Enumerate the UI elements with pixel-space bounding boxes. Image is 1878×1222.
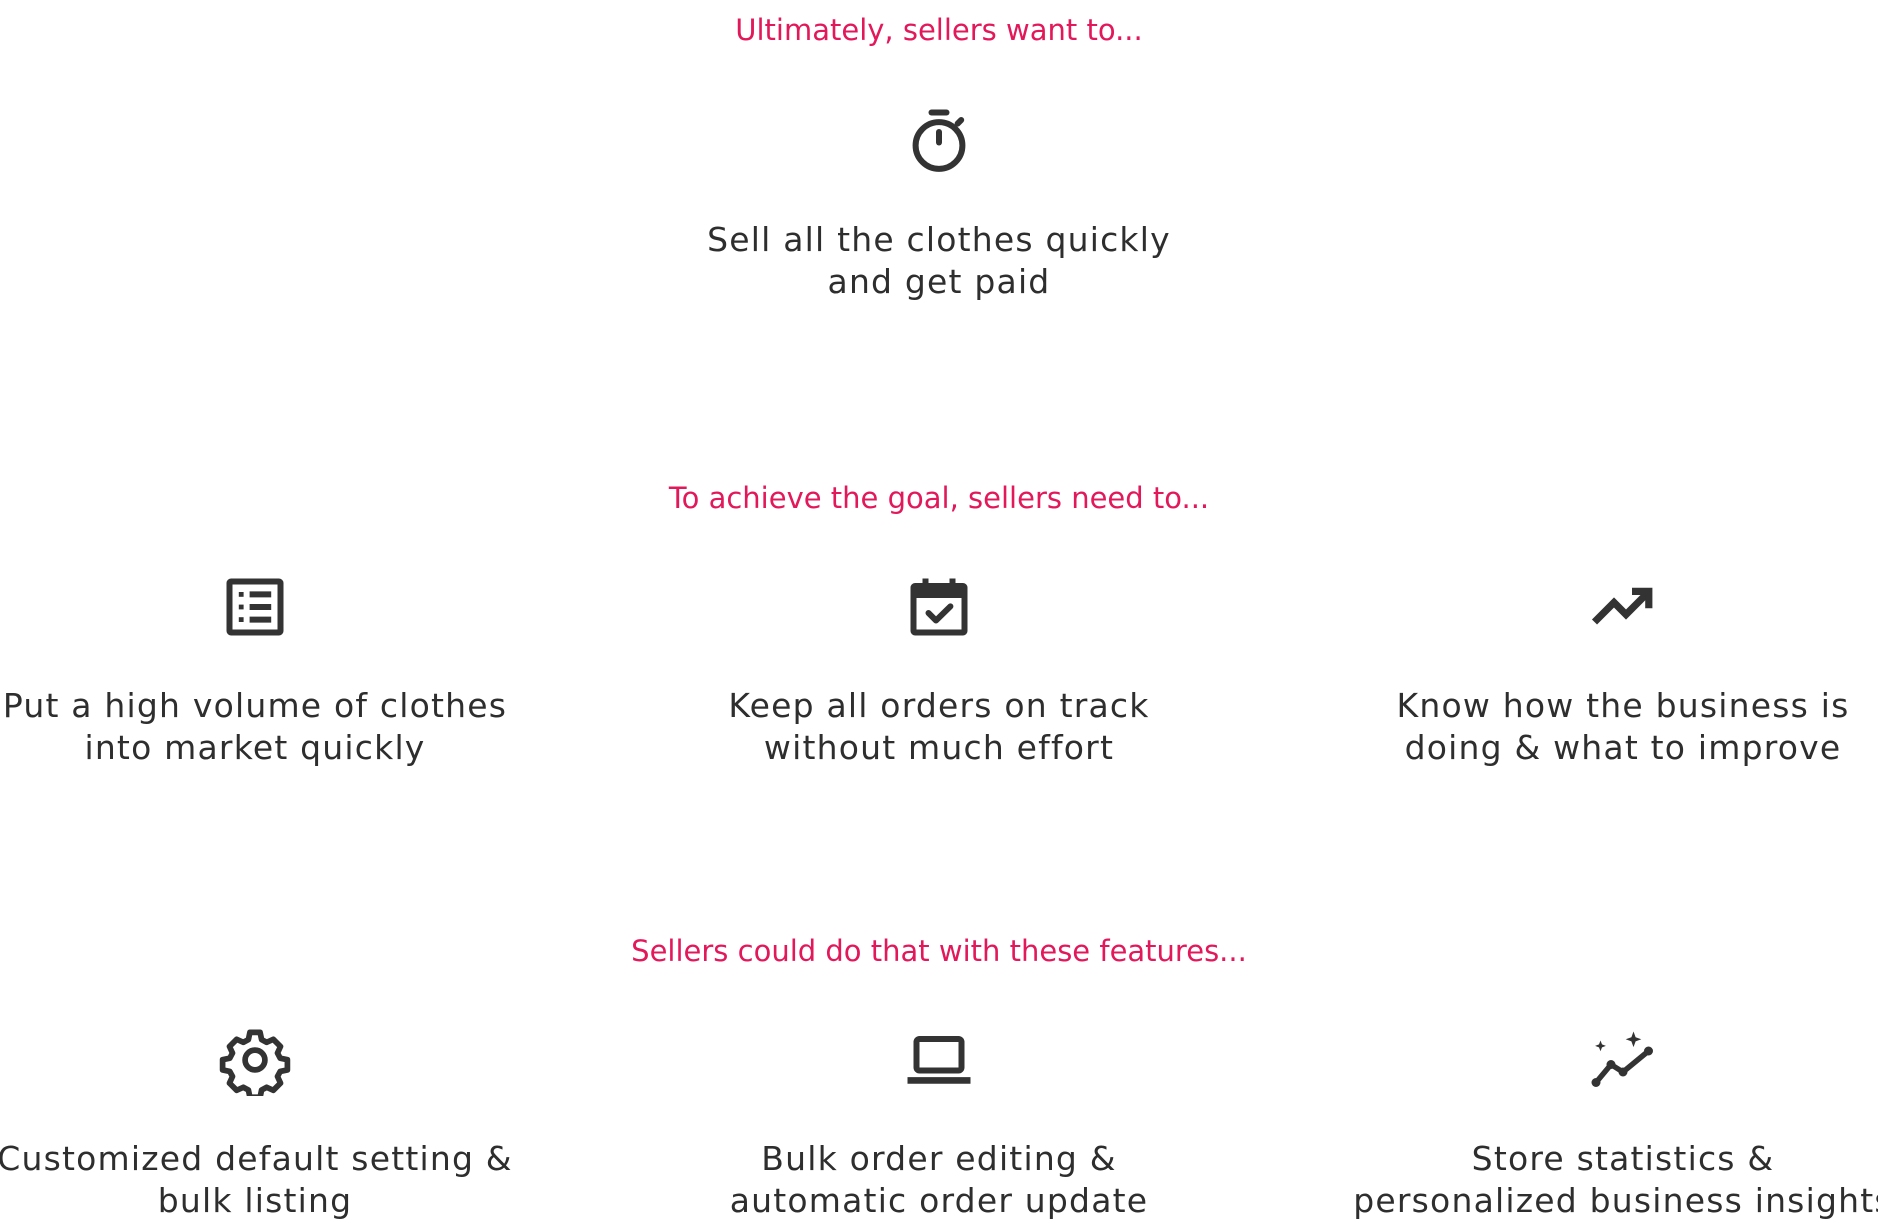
section-goal-heading: Ultimately, sellers want to... <box>735 13 1143 47</box>
feature-item-insights: Store statistics & personalized business… <box>1313 1024 1878 1222</box>
feature-item-settings-label: Customized default setting & bulk listin… <box>0 1139 513 1220</box>
feature-item-orders-label: Bulk order editing & automatic order upd… <box>729 1139 1149 1220</box>
need-item-orders-label: Keep all orders on track without much ef… <box>728 686 1150 767</box>
section-needs-heading: To achieve the goal, sellers need to... <box>668 481 1210 515</box>
laptop-icon <box>903 1024 975 1096</box>
need-item-volume-label: Put a high volume of clothes into market… <box>2 686 508 767</box>
trending-up-icon <box>1587 571 1659 643</box>
goal-item-label: Sell all the clothes quickly and get pai… <box>707 220 1171 301</box>
need-item-volume: Put a high volume of clothes into market… <box>0 571 565 769</box>
feature-item-settings: Customized default setting & bulk listin… <box>0 1024 565 1222</box>
goal-item: Sell all the clothes quickly and get pai… <box>629 105 1249 303</box>
insights-chart-icon <box>1587 1024 1659 1096</box>
feature-item-insights-label: Store statistics & personalized business… <box>1353 1139 1878 1220</box>
gear-icon <box>219 1024 291 1096</box>
calendar-check-icon <box>903 571 975 643</box>
list-icon <box>219 571 291 643</box>
stopwatch-icon <box>903 105 975 177</box>
need-item-business: Know how the business is doing & what to… <box>1313 571 1878 769</box>
need-item-orders: Keep all orders on track without much ef… <box>629 571 1249 769</box>
need-item-business-label: Know how the business is doing & what to… <box>1396 686 1850 767</box>
section-features-heading: Sellers could do that with these feature… <box>631 934 1247 968</box>
feature-item-orders: Bulk order editing & automatic order upd… <box>629 1024 1249 1222</box>
